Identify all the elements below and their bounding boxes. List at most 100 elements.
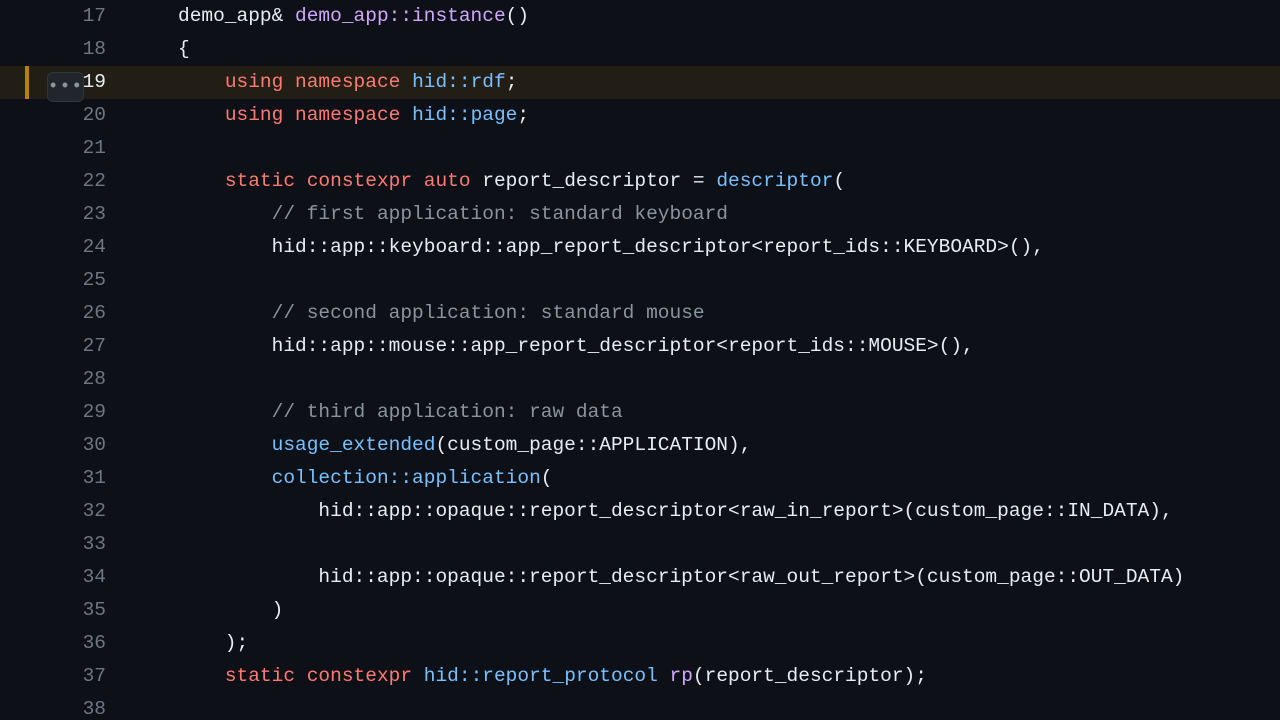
line-number[interactable]: 24 — [0, 231, 130, 264]
code-token: static — [225, 170, 295, 192]
code-token — [178, 302, 272, 324]
line-number[interactable]: 37 — [0, 660, 130, 693]
code-token — [295, 170, 307, 192]
line-number[interactable]: 27 — [0, 330, 130, 363]
code-token — [412, 665, 424, 687]
line-number[interactable]: 31 — [0, 462, 130, 495]
code-token — [178, 104, 225, 126]
code-line[interactable]: 31 collection::application( — [0, 462, 1280, 495]
code-content[interactable]: collection::application( — [130, 462, 1280, 495]
code-token: usage_extended — [272, 434, 436, 456]
code-content[interactable]: hid::app::opaque::report_descriptor<raw_… — [130, 495, 1280, 528]
code-token: ( — [541, 467, 553, 489]
line-number[interactable]: 26 — [0, 297, 130, 330]
line-number[interactable]: 34 — [0, 561, 130, 594]
code-token: namespace — [295, 71, 400, 93]
code-token: hid::report_protocol — [424, 665, 658, 687]
code-line[interactable]: 34 hid::app::opaque::report_descriptor<r… — [0, 561, 1280, 594]
code-content[interactable]: ); — [130, 627, 1280, 660]
line-number[interactable]: 29 — [0, 396, 130, 429]
code-token: ); — [178, 632, 248, 654]
code-token: // first application: standard keyboard — [272, 203, 728, 225]
line-number[interactable]: 23 — [0, 198, 130, 231]
more-actions-button[interactable]: ••• — [47, 72, 84, 102]
code-line[interactable]: 23 // first application: standard keyboa… — [0, 198, 1280, 231]
code-line[interactable]: 20 using namespace hid::page; — [0, 99, 1280, 132]
code-content[interactable]: ) — [130, 594, 1280, 627]
ellipsis-icon: ••• — [48, 78, 83, 96]
code-token — [178, 170, 225, 192]
line-number[interactable]: 20 — [0, 99, 130, 132]
code-line[interactable]: 25 — [0, 264, 1280, 297]
code-token: { — [178, 38, 190, 60]
code-content[interactable]: static constexpr auto report_descriptor … — [130, 165, 1280, 198]
line-number[interactable]: 36 — [0, 627, 130, 660]
line-number[interactable]: 33 — [0, 528, 130, 561]
code-token — [178, 665, 225, 687]
code-line[interactable]: 22 static constexpr auto report_descript… — [0, 165, 1280, 198]
code-token: collection::application — [272, 467, 541, 489]
code-content[interactable]: hid::app::keyboard::app_report_descripto… — [130, 231, 1280, 264]
code-token — [283, 71, 295, 93]
code-line[interactable]: 30 usage_extended(custom_page::APPLICATI… — [0, 429, 1280, 462]
code-content[interactable]: hid::app::mouse::app_report_descriptor<r… — [130, 330, 1280, 363]
code-line[interactable]: 35 ) — [0, 594, 1280, 627]
code-content[interactable]: // third application: raw data — [130, 396, 1280, 429]
code-line[interactable]: 37 static constexpr hid::report_protocol… — [0, 660, 1280, 693]
line-number[interactable]: 30 — [0, 429, 130, 462]
code-line[interactable]: 27 hid::app::mouse::app_report_descripto… — [0, 330, 1280, 363]
code-token: hid::page — [412, 104, 517, 126]
line-number[interactable]: 32 — [0, 495, 130, 528]
code-token — [400, 71, 412, 93]
code-token: (report_descriptor); — [693, 665, 927, 687]
code-line[interactable]: 29 // third application: raw data — [0, 396, 1280, 429]
code-token: ; — [517, 104, 529, 126]
code-line[interactable]: 36 ); — [0, 627, 1280, 660]
code-token — [178, 71, 225, 93]
code-editor[interactable]: 17demo_app& demo_app::instance()18 {19 us… — [0, 0, 1280, 720]
code-token: using — [225, 71, 284, 93]
line-number[interactable]: 21 — [0, 132, 130, 165]
code-content[interactable]: using namespace hid::page; — [130, 99, 1280, 132]
code-line[interactable]: 24 hid::app::keyboard::app_report_descri… — [0, 231, 1280, 264]
code-line[interactable]: 18 { — [0, 33, 1280, 66]
code-line[interactable]: 26 // second application: standard mouse — [0, 297, 1280, 330]
code-token: hid::rdf — [412, 71, 506, 93]
line-number[interactable]: 28 — [0, 363, 130, 396]
code-token: ( — [833, 170, 845, 192]
code-content[interactable]: { — [130, 33, 1280, 66]
line-number[interactable]: 22 — [0, 165, 130, 198]
code-token: (custom_page::APPLICATION), — [435, 434, 751, 456]
code-content[interactable]: // second application: standard mouse — [130, 297, 1280, 330]
line-number[interactable]: 25 — [0, 264, 130, 297]
code-token: hid::app::keyboard::app_report_descripto… — [178, 236, 1044, 258]
code-token: () — [506, 5, 529, 27]
line-number[interactable]: 18 — [0, 33, 130, 66]
code-content[interactable]: demo_app& demo_app::instance() — [130, 0, 1280, 33]
code-token: demo_app& — [178, 5, 295, 27]
line-number[interactable]: 38 — [0, 693, 130, 720]
code-line[interactable]: 21 — [0, 132, 1280, 165]
code-content[interactable]: hid::app::opaque::report_descriptor<raw_… — [130, 561, 1280, 594]
code-line[interactable]: 32 hid::app::opaque::report_descriptor<r… — [0, 495, 1280, 528]
code-content[interactable]: static constexpr hid::report_protocol rp… — [130, 660, 1280, 693]
code-token: using — [225, 104, 284, 126]
line-number[interactable]: 35 — [0, 594, 130, 627]
code-line[interactable]: 17demo_app& demo_app::instance() — [0, 0, 1280, 33]
code-line[interactable]: 38 — [0, 693, 1280, 720]
code-token — [178, 401, 272, 423]
code-token: ) — [178, 599, 283, 621]
code-token: report_descriptor = — [471, 170, 717, 192]
code-line[interactable]: 28 — [0, 363, 1280, 396]
code-token: hid::app::opaque::report_descriptor<raw_… — [178, 500, 1173, 522]
code-content[interactable]: usage_extended(custom_page::APPLICATION)… — [130, 429, 1280, 462]
code-token — [283, 104, 295, 126]
code-line[interactable]: 19 using namespace hid::rdf; — [0, 66, 1280, 99]
code-token: ; — [506, 71, 518, 93]
code-token: constexpr — [307, 170, 412, 192]
code-content[interactable]: // first application: standard keyboard — [130, 198, 1280, 231]
line-number[interactable]: 17 — [0, 0, 130, 33]
code-line[interactable]: 33 — [0, 528, 1280, 561]
code-content[interactable]: using namespace hid::rdf; — [130, 66, 1280, 99]
code-token — [178, 203, 272, 225]
